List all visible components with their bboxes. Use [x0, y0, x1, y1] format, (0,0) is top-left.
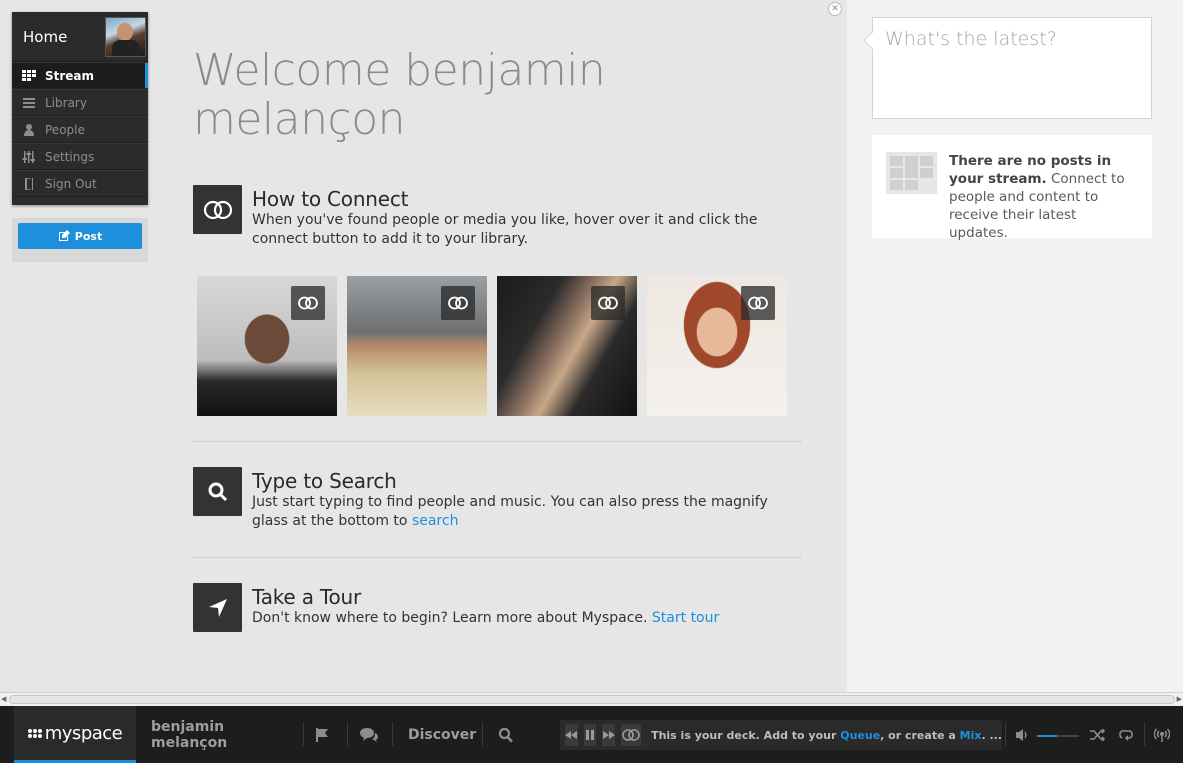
section-desc: Don't know where to begin? Learn more ab… [252, 610, 720, 626]
door-icon [25, 177, 33, 190]
section-desc: Just start typing to find people and mus… [252, 494, 768, 529]
scrollbar-thumb[interactable] [9, 695, 1175, 704]
connect-icon[interactable] [741, 286, 775, 320]
deck-message: This is your deck. Add to your Queue, or… [651, 728, 1002, 742]
avatar[interactable] [105, 16, 146, 57]
edit-icon [58, 230, 70, 241]
section-title: Type to Search [252, 469, 397, 493]
divider [193, 441, 801, 442]
no-posts-notice: There are no posts in your stream. Conne… [872, 135, 1152, 241]
myspace-logo[interactable]: myspace [14, 706, 136, 763]
volume-icon[interactable] [1016, 706, 1030, 763]
no-posts-text: There are no posts in your stream. Conne… [949, 153, 1125, 241]
search-icon [193, 467, 242, 516]
lines-icon [23, 97, 35, 108]
nav-item-settings[interactable]: Settings [12, 143, 148, 170]
person-icon [24, 123, 34, 136]
broadcast-icon[interactable] [1154, 706, 1170, 763]
close-icon[interactable]: ✕ [828, 2, 842, 16]
divider [193, 557, 801, 558]
discover-link[interactable]: Discover [408, 706, 476, 763]
connect-icon[interactable] [441, 286, 475, 320]
bottom-bar: myspace benjamin melançon Discover This … [0, 706, 1183, 763]
fast-forward-icon[interactable] [602, 724, 616, 746]
right-column: What's the latest? There are no posts in… [847, 0, 1183, 692]
nav-item-label: Sign Out [45, 176, 97, 191]
section-title: How to Connect [252, 187, 409, 211]
volume-slider[interactable] [1037, 735, 1079, 737]
example-image[interactable] [647, 276, 787, 416]
nav-item-label: Stream [45, 68, 95, 83]
connect-icon[interactable] [291, 286, 325, 320]
search-icon[interactable] [498, 706, 514, 763]
chat-icon[interactable] [360, 706, 378, 763]
take-a-tour-section: Take a Tour Don't know where to begin? L… [193, 583, 801, 632]
nav-header[interactable]: Home [12, 12, 148, 62]
post-button[interactable]: Post [18, 223, 142, 249]
flag-icon[interactable] [314, 706, 330, 763]
nav-item-sign-out[interactable]: Sign Out [12, 170, 148, 197]
status-input[interactable]: What's the latest? [872, 17, 1152, 119]
navigation-arrow-icon [193, 583, 242, 632]
sliders-icon [22, 150, 35, 163]
connect-icon[interactable] [591, 286, 625, 320]
user-profile-link[interactable]: benjamin melançon [137, 706, 297, 763]
section-title: Take a Tour [252, 585, 362, 609]
shuffle-icon[interactable] [1090, 706, 1106, 763]
search-link[interactable]: search [412, 513, 459, 529]
queue-link[interactable]: Queue [840, 729, 880, 742]
section-desc: When you've found people or media you li… [252, 212, 758, 247]
page-title: Welcome benjamin melançon [193, 45, 606, 145]
connect-examples [197, 276, 787, 416]
connect-icon[interactable] [621, 724, 642, 746]
nav-item-stream[interactable]: Stream [12, 62, 148, 89]
nav-item-label: Settings [45, 149, 95, 164]
nav-item-people[interactable]: People [12, 116, 148, 143]
repeat-icon[interactable] [1119, 706, 1135, 763]
home-link[interactable]: Home [23, 28, 67, 46]
connect-icon [193, 185, 242, 234]
example-image[interactable] [197, 276, 337, 416]
post-panel: Post [12, 218, 148, 262]
rewind-icon[interactable] [565, 724, 578, 746]
status-placeholder: What's the latest? [885, 28, 1057, 50]
logo-dots-icon [27, 728, 42, 738]
nav-item-label: Library [45, 95, 87, 110]
how-to-connect-section: How to Connect When you've found people … [193, 185, 801, 249]
scroll-left-icon[interactable]: ◀ [1, 695, 6, 703]
type-to-search-section: Type to Search Just start typing to find… [193, 467, 801, 531]
grid-icon [22, 69, 36, 81]
start-tour-link[interactable]: Start tour [652, 610, 719, 626]
example-image[interactable] [347, 276, 487, 416]
example-image[interactable] [497, 276, 637, 416]
left-nav: Home Stream Library People Settings Sign… [12, 12, 148, 205]
post-button-label: Post [74, 229, 103, 243]
scroll-right-icon[interactable]: ▶ [1177, 695, 1182, 703]
horizontal-scrollbar[interactable]: ◀ ▶ [0, 692, 1183, 706]
music-deck: This is your deck. Add to your Queue, or… [560, 720, 1002, 750]
stream-placeholder-icon [886, 152, 937, 194]
nav-item-library[interactable]: Library [12, 89, 148, 116]
pause-icon[interactable] [583, 724, 597, 746]
mix-link[interactable]: Mix [960, 729, 982, 742]
nav-item-label: People [45, 122, 85, 137]
